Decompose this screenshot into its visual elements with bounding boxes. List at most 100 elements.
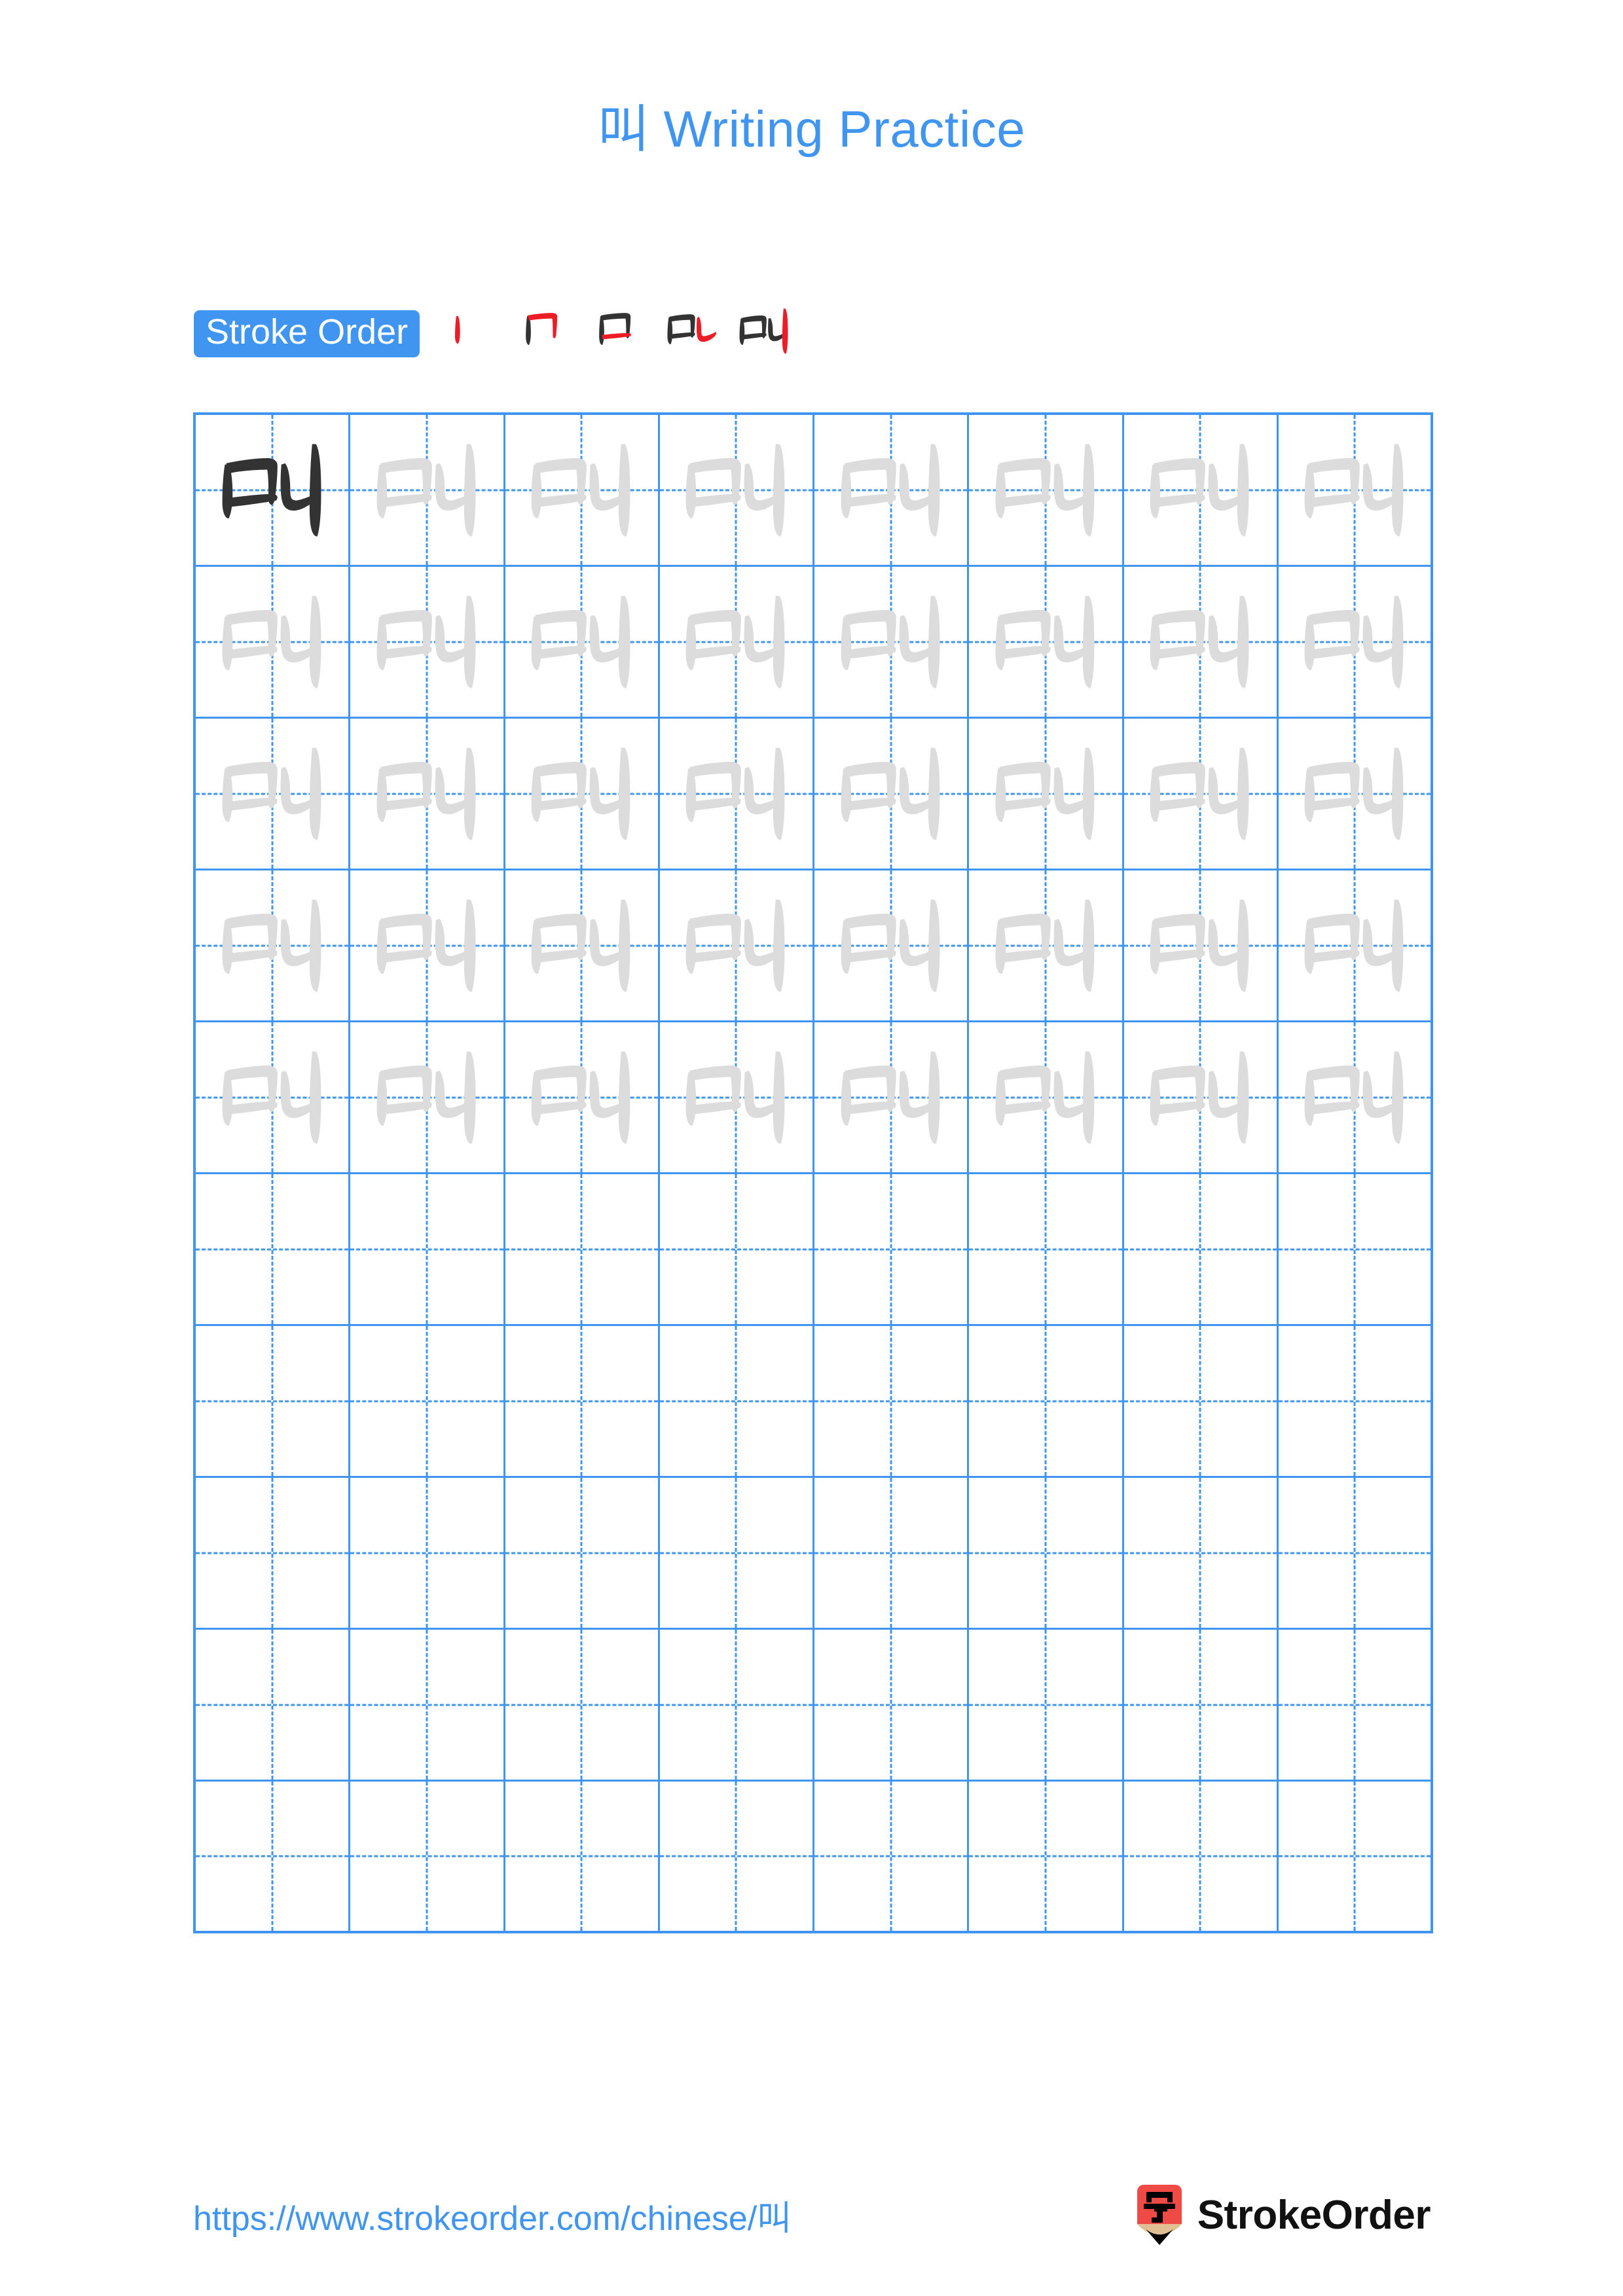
practice-cell[interactable] [505, 1478, 660, 1630]
practice-cell[interactable] [196, 719, 351, 870]
trace-character [660, 415, 812, 565]
practice-cell[interactable] [814, 719, 970, 870]
trace-character [660, 719, 812, 869]
practice-cell[interactable] [505, 1782, 660, 1933]
practice-cell[interactable] [659, 1478, 814, 1630]
practice-cell[interactable] [659, 415, 814, 567]
practice-cell[interactable] [505, 1630, 660, 1782]
practice-cell[interactable] [659, 1326, 814, 1478]
practice-cell[interactable] [1123, 1630, 1279, 1782]
stroke-order-steps [434, 302, 801, 365]
page-title: 叫 Writing Practice [597, 100, 1026, 158]
practice-cell[interactable] [505, 1174, 660, 1326]
practice-cell[interactable] [505, 1022, 660, 1174]
practice-cell[interactable] [196, 1782, 351, 1933]
practice-cell[interactable] [505, 870, 660, 1022]
practice-cell[interactable] [1278, 1782, 1433, 1933]
practice-cell[interactable] [969, 1782, 1124, 1933]
practice-cell[interactable] [659, 719, 814, 870]
practice-cell[interactable] [814, 1326, 970, 1478]
practice-cell[interactable] [1123, 719, 1279, 870]
practice-cell[interactable] [659, 870, 814, 1022]
brand-logo[interactable]: StrokeOrder [1135, 2183, 1431, 2246]
practice-cell[interactable] [814, 567, 970, 719]
practice-cell[interactable] [350, 415, 505, 567]
practice-cell[interactable] [196, 870, 351, 1022]
practice-cell[interactable] [1278, 1630, 1433, 1782]
practice-cell[interactable] [1123, 415, 1279, 567]
practice-cell[interactable] [196, 1478, 351, 1630]
practice-cell[interactable] [969, 1478, 1124, 1630]
trace-character [196, 870, 348, 1020]
practice-cell[interactable] [350, 1782, 505, 1933]
trace-character [505, 719, 658, 869]
practice-cell[interactable] [1123, 870, 1279, 1022]
practice-cell[interactable] [969, 719, 1124, 870]
practice-cell[interactable] [1123, 1174, 1279, 1326]
practice-cell[interactable] [350, 1174, 505, 1326]
trace-character [1124, 870, 1277, 1020]
practice-cell[interactable] [1123, 1326, 1279, 1478]
practice-cell[interactable] [1278, 567, 1433, 719]
trace-character [814, 415, 967, 565]
stroke-step-4 [654, 302, 727, 365]
trace-character [1124, 567, 1277, 717]
practice-cell[interactable] [814, 1022, 970, 1174]
practice-cell[interactable] [350, 1630, 505, 1782]
practice-cell[interactable] [969, 870, 1124, 1022]
practice-cell[interactable] [814, 1478, 970, 1630]
practice-cell[interactable] [814, 1630, 970, 1782]
practice-cell[interactable] [350, 1326, 505, 1478]
practice-cell[interactable] [969, 415, 1124, 567]
trace-character [814, 1022, 967, 1172]
trace-character [505, 567, 658, 717]
practice-cell[interactable] [1123, 1022, 1279, 1174]
practice-cell[interactable] [350, 1478, 505, 1630]
practice-cell[interactable] [1278, 1326, 1433, 1478]
practice-cell[interactable] [350, 1022, 505, 1174]
practice-cell[interactable] [814, 1174, 970, 1326]
model-character [196, 415, 348, 565]
practice-cell[interactable] [505, 415, 660, 567]
stroke-order-badge: Stroke Order [194, 310, 420, 357]
practice-cell[interactable] [969, 1630, 1124, 1782]
practice-cell[interactable] [659, 567, 814, 719]
practice-cell[interactable] [659, 1022, 814, 1174]
practice-cell[interactable] [969, 1174, 1124, 1326]
trace-character [814, 719, 967, 869]
practice-cell[interactable] [1278, 1478, 1433, 1630]
practice-cell[interactable] [1278, 1174, 1433, 1326]
practice-cell[interactable] [196, 415, 351, 567]
practice-cell[interactable] [814, 415, 970, 567]
practice-cell[interactable] [969, 567, 1124, 719]
practice-cell[interactable] [969, 1326, 1124, 1478]
practice-cell[interactable] [350, 719, 505, 870]
practice-cell[interactable] [350, 567, 505, 719]
practice-cell[interactable] [350, 870, 505, 1022]
practice-cell[interactable] [505, 1326, 660, 1478]
practice-cell[interactable] [814, 870, 970, 1022]
practice-cell[interactable] [1278, 415, 1433, 567]
practice-cell[interactable] [196, 1630, 351, 1782]
trace-character [505, 415, 658, 565]
trace-character [350, 870, 503, 1020]
practice-cell[interactable] [814, 1782, 970, 1933]
practice-cell[interactable] [196, 1174, 351, 1326]
practice-cell[interactable] [196, 567, 351, 719]
practice-cell[interactable] [1278, 719, 1433, 870]
practice-cell[interactable] [659, 1782, 814, 1933]
source-url-link[interactable]: https://www.strokeorder.com/chinese/叫 [193, 2191, 791, 2240]
practice-cell[interactable] [1123, 1782, 1279, 1933]
practice-cell[interactable] [196, 1326, 351, 1478]
practice-cell[interactable] [1278, 870, 1433, 1022]
practice-cell[interactable] [659, 1174, 814, 1326]
practice-cell[interactable] [505, 719, 660, 870]
practice-cell[interactable] [659, 1630, 814, 1782]
trace-character [969, 415, 1122, 565]
practice-cell[interactable] [196, 1022, 351, 1174]
practice-cell[interactable] [1123, 1478, 1279, 1630]
practice-cell[interactable] [969, 1022, 1124, 1174]
practice-cell[interactable] [505, 567, 660, 719]
practice-cell[interactable] [1278, 1022, 1433, 1174]
practice-cell[interactable] [1123, 567, 1279, 719]
